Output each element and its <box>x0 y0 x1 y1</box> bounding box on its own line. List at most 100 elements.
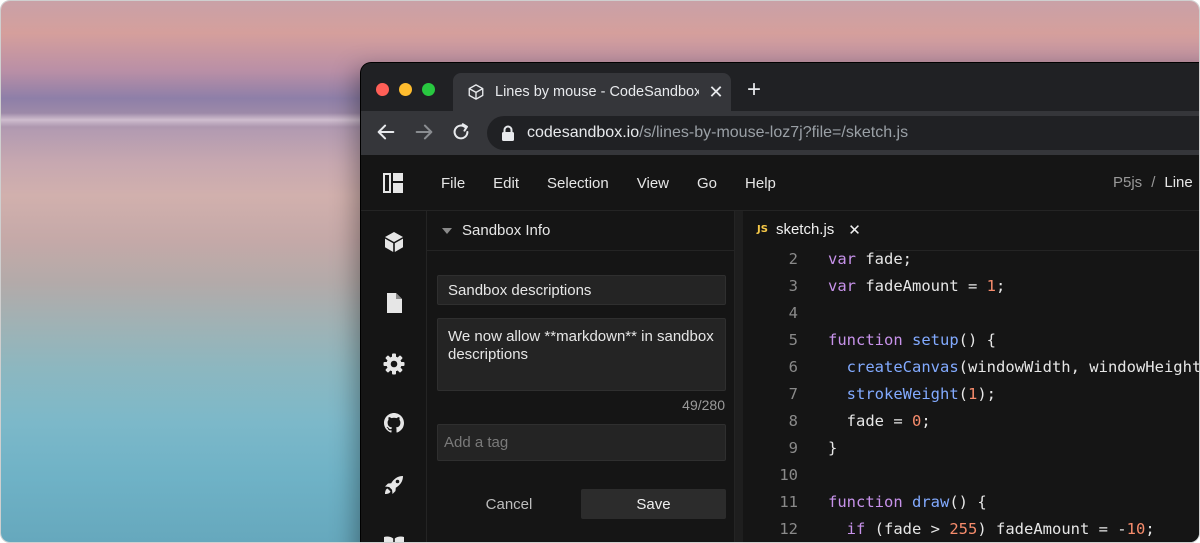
codesandbox-cube-icon <box>468 84 484 100</box>
code-token: } <box>828 439 838 457</box>
save-button[interactable]: Save <box>581 489 726 519</box>
back-arrow-icon[interactable] <box>375 121 397 143</box>
code-token: setup <box>912 331 959 349</box>
sandbox-info-panel: Sandbox Info Sandbox descriptions We now… <box>427 211 735 542</box>
cube-icon[interactable] <box>382 230 406 254</box>
url-host: codesandbox.io <box>527 124 640 141</box>
code-token: draw <box>912 493 950 511</box>
close-window-button[interactable] <box>376 83 389 96</box>
new-tab-button[interactable]: + <box>747 77 761 103</box>
js-file-icon: JS <box>757 224 768 235</box>
line-number: 12 <box>779 520 798 538</box>
github-icon[interactable] <box>382 411 406 435</box>
line-number: 11 <box>779 493 798 511</box>
menu-bar: File Edit Selection View Go Help <box>441 155 804 211</box>
line-number: 7 <box>788 385 798 403</box>
maximize-window-button[interactable] <box>422 83 435 96</box>
address-bar[interactable]: codesandbox.io/s/lines-by-mouse-loz7j?fi… <box>487 116 1199 150</box>
menu-selection[interactable]: Selection <box>547 175 609 192</box>
menu-file[interactable]: File <box>441 175 465 192</box>
code-token: function <box>828 331 912 349</box>
code-line[interactable]: 8 fade = 0; <box>743 408 931 435</box>
code-token: ; <box>996 277 1006 295</box>
gear-icon[interactable] <box>382 352 406 376</box>
menu-edit[interactable]: Edit <box>493 175 519 192</box>
line-number: 3 <box>788 277 798 295</box>
code-token: var <box>828 277 866 295</box>
tab-title: Lines by mouse - CodeSandbox <box>495 84 699 100</box>
code-token: (windowWidth, windowHeight); <box>958 358 1200 376</box>
editor-tab-close-icon[interactable]: ✕ <box>848 221 861 239</box>
code-token: 10 <box>1126 520 1146 538</box>
url-path: /s/lines-by-mouse-loz7j?file=/sketch.js <box>639 124 909 141</box>
sandbox-info-header[interactable]: Sandbox Info <box>427 211 734 251</box>
breadcrumb-current[interactable]: Line <box>1164 174 1192 191</box>
code-token: ( <box>958 385 968 403</box>
book-icon[interactable] <box>382 533 406 543</box>
code-token: fade; <box>865 250 912 268</box>
code-token: (fade > <box>874 520 950 538</box>
code-line[interactable]: 10 <box>743 462 828 489</box>
code-token: ; <box>921 412 931 430</box>
code-token: function <box>828 493 912 511</box>
breadcrumb-parent[interactable]: P5js <box>1113 174 1142 191</box>
line-number: 6 <box>788 358 798 376</box>
menu-go[interactable]: Go <box>697 175 717 192</box>
code-token: if <box>846 520 875 538</box>
sandbox-info-title: Sandbox Info <box>462 222 551 239</box>
codesandbox-header: File Edit Selection View Go Help P5js / Li… <box>361 155 1199 211</box>
lock-icon <box>502 125 514 141</box>
code-token: 1 <box>968 385 978 403</box>
tab-strip: Lines by mouse - CodeSandbox ✕ + <box>361 63 1199 111</box>
line-number: 2 <box>788 250 798 268</box>
code-editor: JS sketch.js ✕ 2 var fade; 3 var fadeAmount… <box>735 210 1200 542</box>
editor-tab-sketch-js[interactable]: JS sketch.js ✕ <box>743 210 875 251</box>
code-line[interactable]: 3 var fadeAmount = 1; <box>743 273 1006 300</box>
line-number: 8 <box>788 412 798 430</box>
menu-view[interactable]: View <box>637 175 669 192</box>
browser-tab[interactable]: Lines by mouse - CodeSandbox ✕ <box>453 73 731 111</box>
code-token: 0 <box>912 412 922 430</box>
code-area[interactable]: 2 var fade; 3 var fadeAmount = 1; 4 5 function… <box>743 250 1200 542</box>
sandbox-description-textarea[interactable]: We now allow **markdown** in sandbox des… <box>437 318 726 391</box>
browser-toolbar: codesandbox.io/s/lines-by-mouse-loz7j?fi… <box>361 111 1199 155</box>
description-char-count: 49/280 <box>682 397 725 413</box>
code-line[interactable]: 9} <box>743 435 838 462</box>
forward-arrow-icon[interactable] <box>413 121 435 143</box>
code-line[interactable]: 2 var fade; <box>743 246 912 273</box>
code-token: ); <box>977 385 997 403</box>
breadcrumb-separator: / <box>1151 174 1156 191</box>
code-token: fade = <box>828 412 912 430</box>
minimize-window-button[interactable] <box>399 83 412 96</box>
line-number: 5 <box>788 331 798 349</box>
code-line[interactable]: 4 <box>743 300 828 327</box>
code-token: createCanvas <box>846 358 959 376</box>
code-line[interactable]: 5 function setup() { <box>743 327 996 354</box>
line-number: 9 <box>788 439 798 457</box>
cancel-button[interactable]: Cancel <box>437 489 581 519</box>
sandbox-title-input[interactable]: Sandbox descriptions <box>437 275 726 305</box>
editor-tab-label: sketch.js <box>775 221 835 238</box>
layout-icon[interactable] <box>383 173 403 193</box>
rocket-icon[interactable] <box>382 473 406 497</box>
code-line[interactable]: 6 createCanvas(windowWidth, windowHeight… <box>743 354 1200 381</box>
file-icon[interactable] <box>382 291 406 315</box>
code-token: () { <box>958 331 996 349</box>
browser-window: Lines by mouse - CodeSandbox ✕ + codesan… <box>361 63 1200 543</box>
menu-help[interactable]: Help <box>745 175 776 192</box>
code-token: 1 <box>986 277 996 295</box>
tab-close-icon[interactable]: ✕ <box>707 82 725 103</box>
code-line[interactable]: 11 function draw() { <box>743 489 987 516</box>
add-tag-input[interactable]: Add a tag <box>437 424 726 461</box>
line-number: 10 <box>779 466 798 484</box>
code-token: fadeAmount = <box>865 277 987 295</box>
code-line[interactable]: 7 strokeWeight(1); <box>743 381 996 408</box>
code-line[interactable]: 12 if (fade > 255) fadeAmount = -10; <box>743 516 1154 542</box>
url-text: codesandbox.io/s/lines-by-mouse-loz7j?fi… <box>527 124 908 142</box>
code-token: () { <box>949 493 987 511</box>
collapse-caret-icon[interactable] <box>442 227 452 234</box>
reload-icon[interactable] <box>450 121 472 143</box>
